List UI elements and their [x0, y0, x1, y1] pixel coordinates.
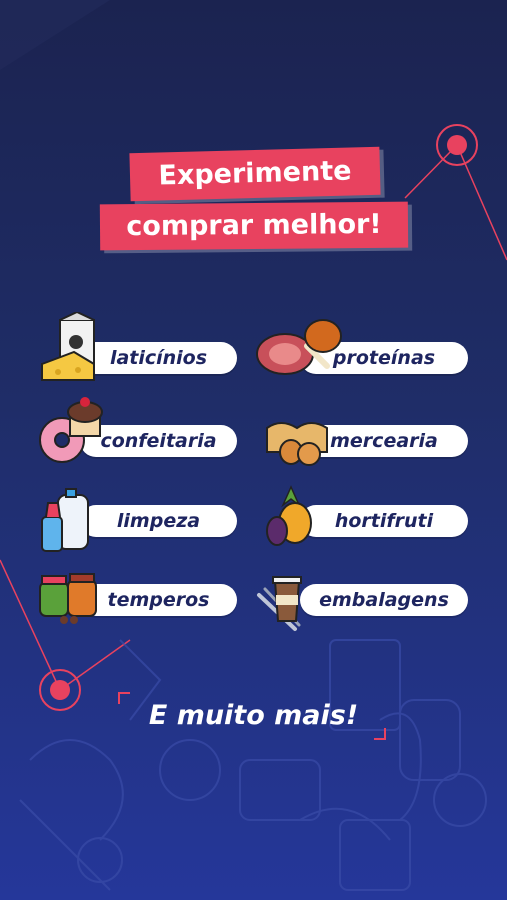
category-pill-temperos[interactable]: temperos: [80, 584, 237, 616]
headline-line-2: comprar melhor!: [99, 201, 409, 251]
spice-jars-icon: [39, 573, 97, 624]
pineapple-eggplant-icon: [266, 485, 312, 546]
meat-icon: [256, 319, 342, 375]
category-pill-hortifruti[interactable]: hortifruti: [300, 505, 468, 537]
dairy-icon: [41, 312, 95, 381]
category-pill-limpeza[interactable]: limpeza: [80, 505, 237, 537]
donut-cupcake-icon: [39, 397, 103, 463]
bread-eggs-icon: [266, 422, 328, 466]
coffee-cup-cutlery-icon: [257, 576, 302, 631]
footer-text: E muito mais!: [148, 700, 359, 731]
cleaning-bottles-icon: [41, 488, 89, 552]
promo-screen: Experimente comprar melhor! laticínios p…: [0, 0, 507, 900]
headline-line-1: Experimente: [129, 146, 381, 202]
category-pill-embalagens[interactable]: embalagens: [300, 584, 468, 616]
